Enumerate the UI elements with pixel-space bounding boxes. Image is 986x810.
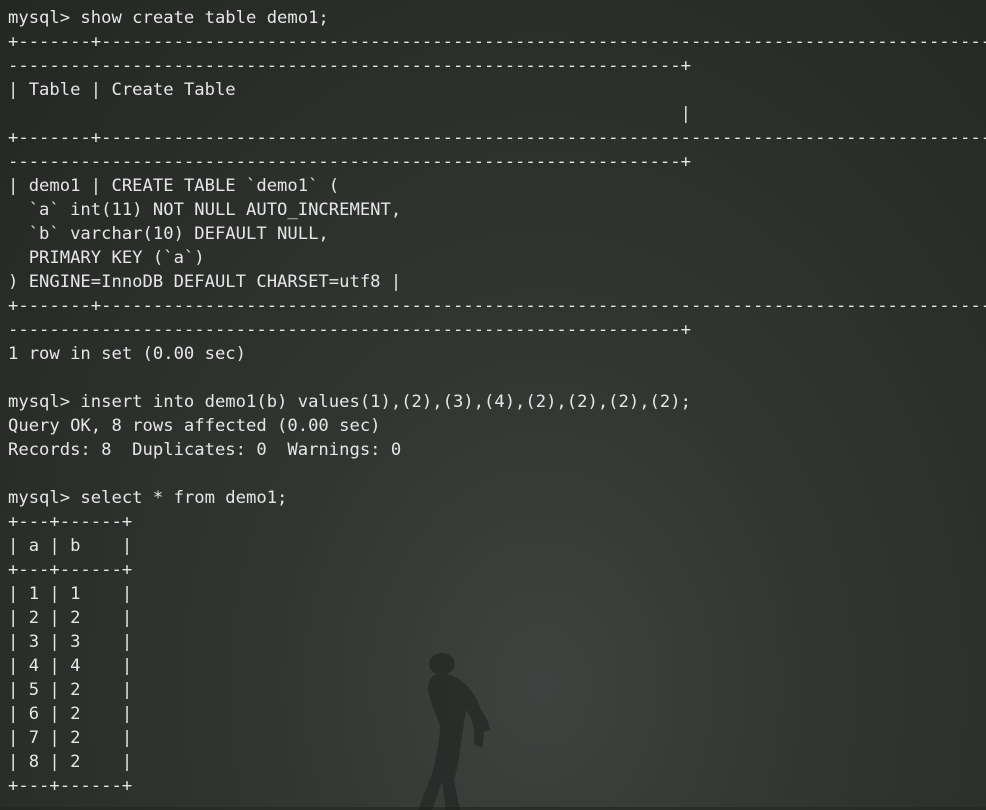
terminal-line: | 1 | 1 | xyxy=(8,584,133,604)
terminal-line: Query OK, 8 rows affected (0.00 sec) xyxy=(8,416,381,436)
terminal-line: +---+------+ xyxy=(8,560,133,580)
terminal-line: | a | b | xyxy=(8,536,133,556)
terminal-line: +-------+-------------------------------… xyxy=(8,296,986,316)
terminal-line: `b` varchar(10) DEFAULT NULL, xyxy=(8,224,329,244)
terminal-line: mysql> select * from demo1; xyxy=(8,488,288,508)
terminal-line: +---+------+ xyxy=(8,512,133,532)
terminal-line: 1 row in set (0.00 sec) xyxy=(8,344,246,364)
terminal-line: | 2 | 2 | xyxy=(8,608,133,628)
terminal-line: ) ENGINE=InnoDB DEFAULT CHARSET=utf8 | xyxy=(8,272,402,292)
terminal-line: PRIMARY KEY (`a`) xyxy=(8,248,205,268)
terminal-line: `a` int(11) NOT NULL AUTO_INCREMENT, xyxy=(8,200,402,220)
terminal-line: Records: 8 Duplicates: 0 Warnings: 0 xyxy=(8,440,402,460)
terminal-line: | demo1 | CREATE TABLE `demo1` ( xyxy=(8,176,340,196)
terminal-line: ----------------------------------------… xyxy=(8,152,691,172)
terminal-line: mysql> show create table demo1; xyxy=(8,8,329,28)
terminal-line: mysql> insert into demo1(b) values(1),(2… xyxy=(8,392,691,412)
terminal-line: | xyxy=(8,104,691,124)
terminal-line: | Table | Create Table xyxy=(8,80,236,100)
walking-person-silhouette-icon xyxy=(418,653,490,810)
terminal-line: +-------+-------------------------------… xyxy=(8,32,986,52)
terminal-line: ----------------------------------------… xyxy=(8,320,691,340)
terminal-line: +-------+-------------------------------… xyxy=(8,128,986,148)
terminal-line: ----------------------------------------… xyxy=(8,56,691,76)
